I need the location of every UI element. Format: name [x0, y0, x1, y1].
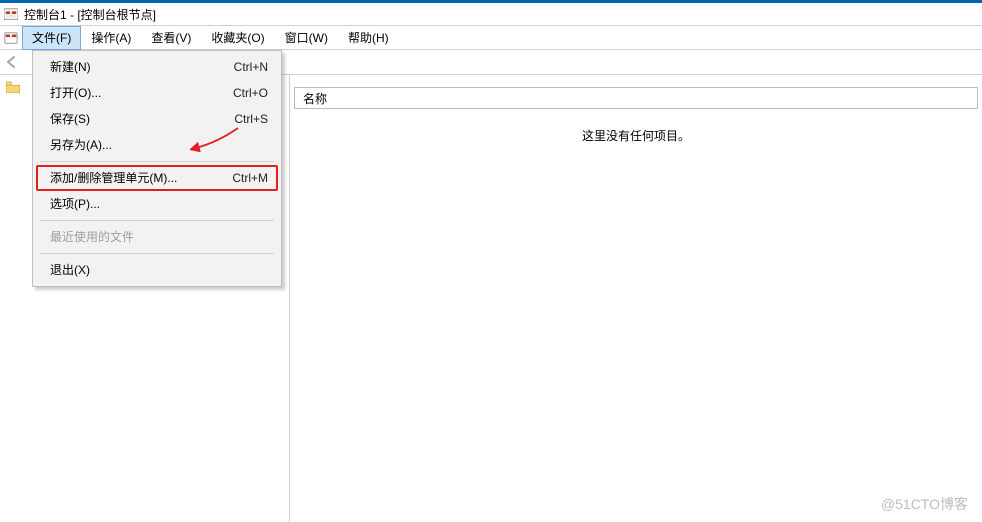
menuitem-label: 保存(S): [50, 110, 90, 128]
list-empty-message: 这里没有任何项目。: [290, 127, 982, 144]
menuitem-add-remove-snapin[interactable]: 添加/删除管理单元(M)... Ctrl+M: [36, 165, 278, 191]
menuitem-open[interactable]: 打开(O)... Ctrl+O: [36, 80, 278, 106]
menu-separator: [40, 161, 274, 162]
window-titlebar: 控制台1 - [控制台根节点]: [0, 0, 982, 26]
menuitem-save[interactable]: 保存(S) Ctrl+S: [36, 106, 278, 132]
back-icon[interactable]: [4, 54, 20, 70]
list-column-header[interactable]: 名称: [294, 87, 978, 109]
menu-fav[interactable]: 收藏夹(O): [201, 26, 274, 50]
menuitem-label: 选项(P)...: [50, 195, 100, 213]
menu-separator: [40, 220, 274, 221]
menuitem-accel: Ctrl+S: [214, 110, 268, 128]
menuitem-label: 退出(X): [50, 261, 90, 279]
menuitem-exit[interactable]: 退出(X): [36, 257, 278, 283]
menu-view[interactable]: 查看(V): [141, 26, 201, 50]
menu-window[interactable]: 窗口(W): [275, 26, 338, 50]
menuitem-label: 另存为(A)...: [50, 136, 112, 154]
menu-separator: [40, 253, 274, 254]
window-title: 控制台1 - [控制台根节点]: [24, 6, 156, 23]
menubar: 文件(F) 操作(A) 查看(V) 收藏夹(O) 窗口(W) 帮助(H): [0, 26, 982, 50]
list-column-name: 名称: [303, 90, 327, 107]
file-dropdown: 新建(N) Ctrl+N 打开(O)... Ctrl+O 保存(S) Ctrl+…: [32, 50, 282, 287]
menuitem-label: 新建(N): [50, 58, 91, 76]
watermark: @51CTO博客: [881, 494, 968, 514]
mmc-icon: [4, 7, 18, 21]
doc-icon: [4, 31, 18, 45]
menu-help[interactable]: 帮助(H): [338, 26, 399, 50]
menuitem-label: 最近使用的文件: [50, 228, 134, 246]
menuitem-label: 添加/删除管理单元(M)...: [50, 169, 177, 187]
menuitem-accel: Ctrl+N: [214, 58, 268, 76]
menuitem-options[interactable]: 选项(P)...: [36, 191, 278, 217]
list-pane: 名称 这里没有任何项目。: [290, 75, 982, 522]
menu-action[interactable]: 操作(A): [81, 26, 141, 50]
menu-file[interactable]: 文件(F): [22, 26, 81, 50]
menuitem-label: 打开(O)...: [50, 84, 101, 102]
menuitem-accel: Ctrl+O: [213, 84, 268, 102]
menuitem-saveas[interactable]: 另存为(A)...: [36, 132, 278, 158]
folder-icon: [6, 81, 20, 93]
menuitem-recent: 最近使用的文件: [36, 224, 278, 250]
menuitem-new[interactable]: 新建(N) Ctrl+N: [36, 54, 278, 80]
menuitem-accel: Ctrl+M: [212, 169, 268, 187]
